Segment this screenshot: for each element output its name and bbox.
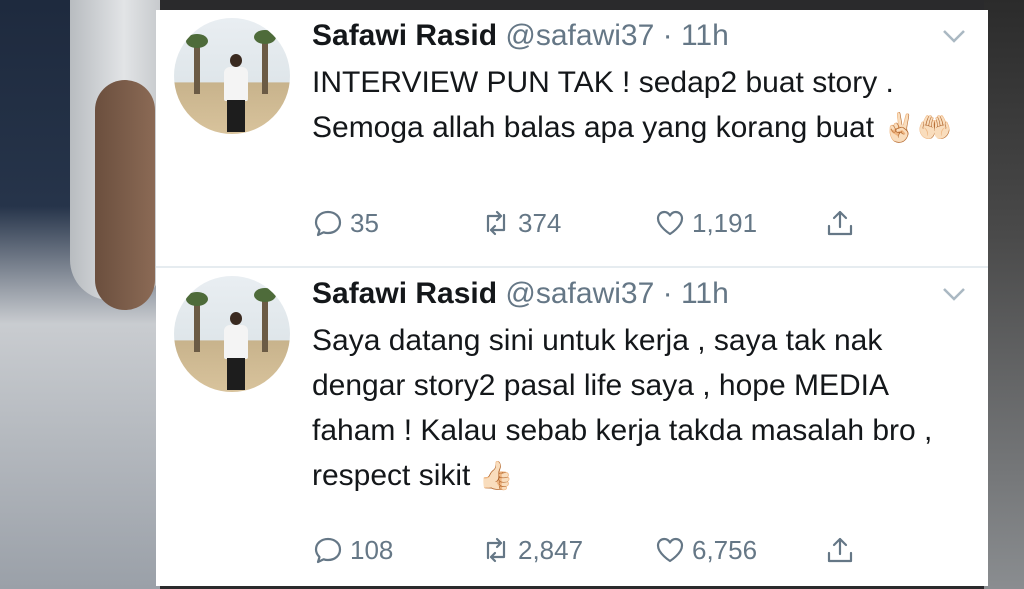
tweet-2[interactable]: Safawi Rasid @safawi37 · 11h Saya datang… <box>156 268 988 586</box>
heart-icon <box>656 537 684 563</box>
tweet-emoji: ✌🏻🤲🏻 <box>882 112 953 143</box>
share-button[interactable] <box>824 203 862 243</box>
tweet-text: INTERVIEW PUN TAK ! sedap2 buat story . … <box>312 60 962 150</box>
dot-separator: · <box>662 19 673 52</box>
avatar-person-body <box>224 67 248 101</box>
background-photo-left <box>0 0 160 589</box>
dot-separator: · <box>662 277 673 310</box>
author-handle[interactable]: @safawi37 <box>505 277 654 310</box>
author-name[interactable]: Safawi Rasid <box>312 19 497 52</box>
share-icon <box>827 537 853 563</box>
retweet-count: 2,847 <box>518 534 584 565</box>
avatar-palm-frond <box>254 30 276 44</box>
avatar-palm-tree <box>262 38 268 94</box>
like-button[interactable]: 6,756 <box>654 530 757 570</box>
reply-icon <box>314 210 342 237</box>
author-name[interactable]: Safawi Rasid <box>312 277 497 310</box>
heart-icon <box>656 210 684 236</box>
retweet-button[interactable]: 374 <box>480 203 561 243</box>
avatar-palm-tree <box>194 44 200 94</box>
reply-count: 35 <box>350 207 379 238</box>
tweet-body: INTERVIEW PUN TAK ! sedap2 buat story . … <box>312 66 894 144</box>
tweet-emoji: 👍🏻 <box>478 460 514 491</box>
reply-button[interactable]: 35 <box>312 203 379 243</box>
retweet-icon <box>486 210 506 236</box>
tweet-time[interactable]: 11h <box>681 19 729 52</box>
avatar-person-body <box>224 325 248 359</box>
tweet-body: Saya datang sini untuk kerja , saya tak … <box>312 324 933 492</box>
share-icon <box>827 210 853 236</box>
background-photo-right <box>984 0 1024 589</box>
avatar-person-legs <box>227 100 245 132</box>
tweet-header: Safawi Rasid @safawi37 · 11h <box>312 274 729 314</box>
tweet-1[interactable]: Safawi Rasid @safawi37 · 11h INTERVIEW P… <box>156 10 988 266</box>
avatar-person-legs <box>227 358 245 390</box>
tweet-actions: 35 374 1,191 <box>312 203 992 243</box>
avatar-person-head <box>230 54 242 67</box>
author-handle[interactable]: @safawi37 <box>505 19 654 52</box>
tweet-time[interactable]: 11h <box>681 277 729 310</box>
retweet-count: 374 <box>518 207 562 238</box>
tweet-header: Safawi Rasid @safawi37 · 11h <box>312 16 729 56</box>
avatar[interactable] <box>174 276 290 392</box>
tweet-screenshot-card: Safawi Rasid @safawi37 · 11h INTERVIEW P… <box>156 10 988 586</box>
reply-icon <box>314 537 342 564</box>
chevron-down-icon[interactable] <box>941 26 967 46</box>
tweet-actions: 108 2,847 6,756 <box>312 530 992 570</box>
avatar-person-head <box>230 312 242 325</box>
avatar-palm-tree <box>262 296 268 352</box>
avatar[interactable] <box>174 18 290 134</box>
share-button[interactable] <box>824 530 862 570</box>
chevron-down-icon[interactable] <box>941 284 967 304</box>
background-arm <box>95 80 155 310</box>
retweet-icon <box>486 537 506 563</box>
reply-button[interactable]: 108 <box>312 530 393 570</box>
reply-count: 108 <box>350 534 394 565</box>
avatar-palm-frond <box>186 34 208 48</box>
avatar-palm-frond <box>186 292 208 306</box>
avatar-palm-frond <box>254 288 276 302</box>
like-count: 1,191 <box>692 207 758 238</box>
like-button[interactable]: 1,191 <box>654 203 757 243</box>
tweet-text: Saya datang sini untuk kerja , saya tak … <box>312 318 962 498</box>
like-count: 6,756 <box>692 534 758 565</box>
avatar-palm-tree <box>194 302 200 352</box>
retweet-button[interactable]: 2,847 <box>480 530 583 570</box>
